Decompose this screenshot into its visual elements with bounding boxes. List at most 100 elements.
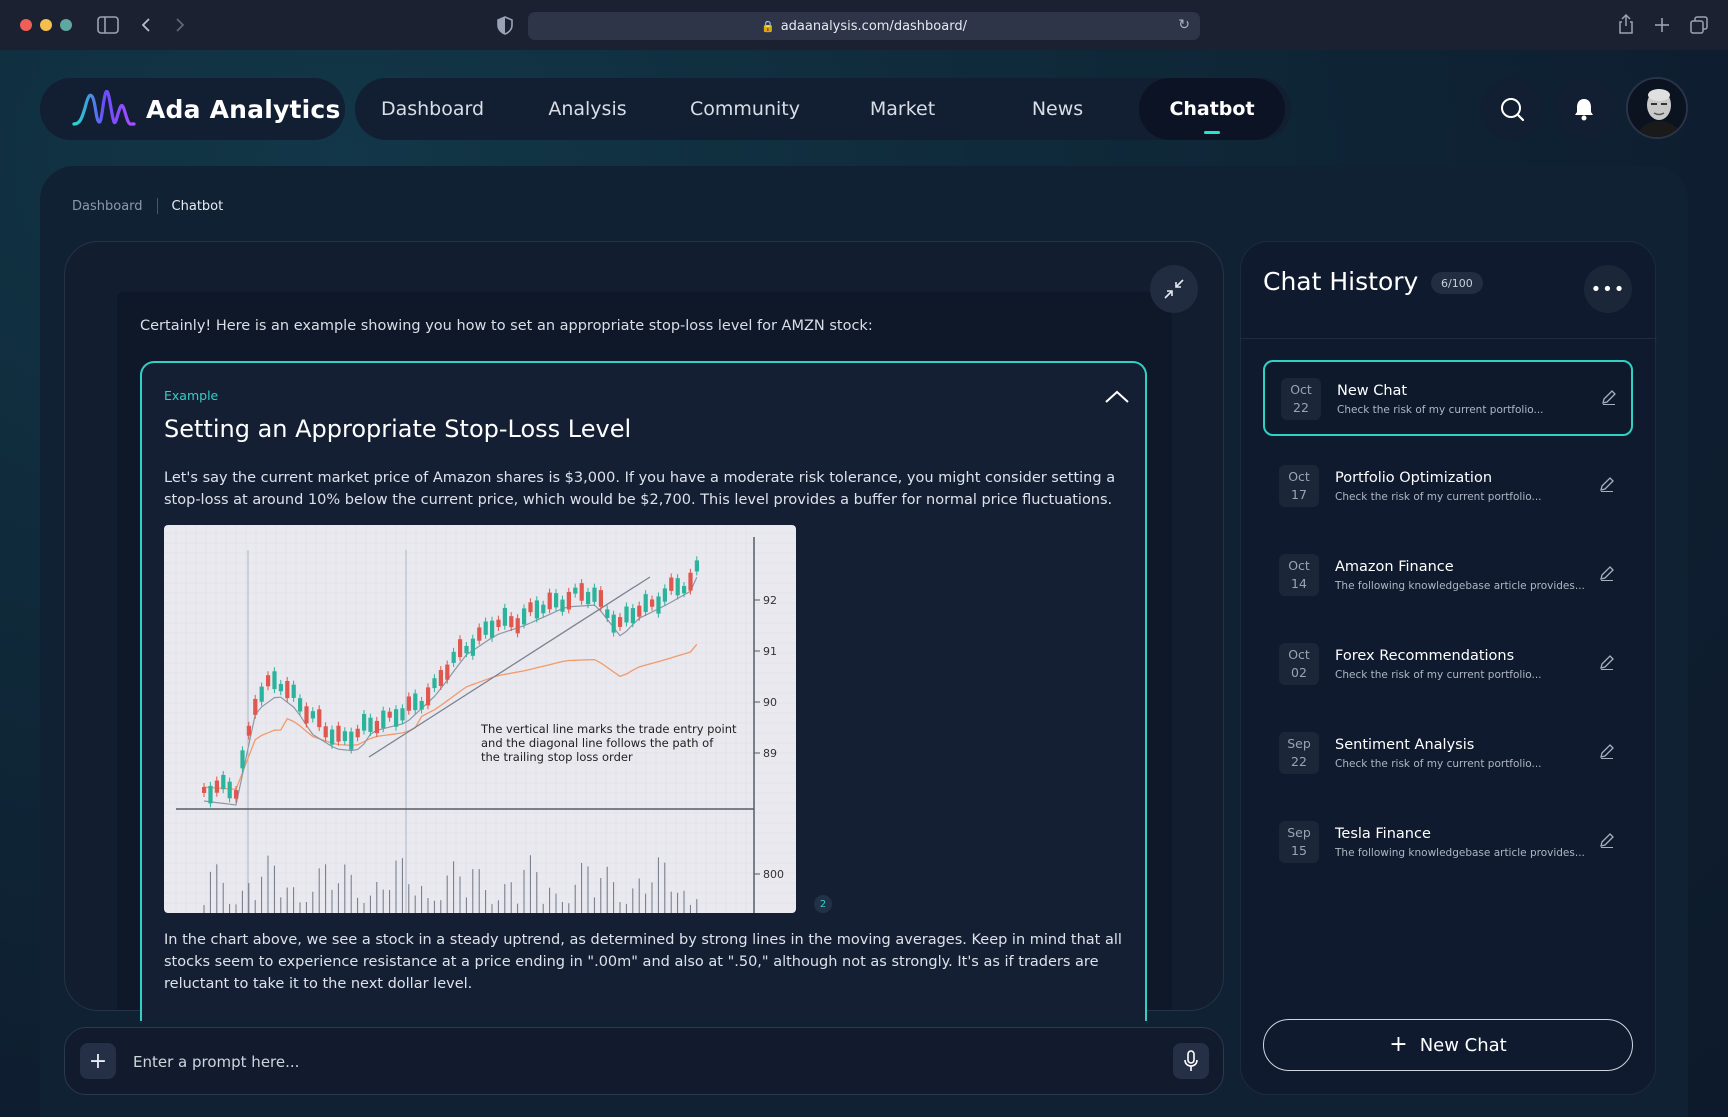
new-chat-button[interactable]: + New Chat bbox=[1263, 1019, 1633, 1071]
user-avatar[interactable] bbox=[1626, 77, 1688, 139]
candle-body bbox=[304, 706, 309, 724]
window-controls bbox=[20, 19, 72, 31]
citation-badge[interactable]: 2 bbox=[814, 895, 832, 913]
candlestick-chart-image[interactable]: 92 91 90 89 800 The vertical line marks … bbox=[164, 525, 796, 913]
nav-item-chatbot[interactable]: Chatbot bbox=[1139, 78, 1285, 140]
zoom-window-button[interactable] bbox=[60, 19, 72, 31]
candle-body bbox=[266, 675, 271, 687]
candle-body bbox=[675, 578, 680, 596]
attach-button[interactable]: + bbox=[80, 1043, 116, 1079]
chat-history-item[interactable]: Oct 22 New Chat Check the risk of my curren… bbox=[1263, 360, 1633, 436]
chart-annotation: The vertical line marks the trade entry … bbox=[480, 722, 737, 764]
chat-history-item[interactable]: Sep 15 Tesla Finance The following knowledg… bbox=[1263, 805, 1633, 881]
chevron-up-icon[interactable] bbox=[1102, 385, 1132, 409]
voice-input-button[interactable] bbox=[1173, 1043, 1209, 1079]
ellipsis-icon: ••• bbox=[1590, 278, 1626, 300]
notifications-button[interactable] bbox=[1553, 78, 1615, 140]
search-button[interactable] bbox=[1481, 78, 1543, 140]
tab-overview-icon[interactable] bbox=[1690, 16, 1708, 34]
candle-body bbox=[387, 711, 392, 718]
reload-icon[interactable]: ↻ bbox=[1178, 17, 1190, 33]
close-window-button[interactable] bbox=[20, 19, 32, 31]
nav-item-community[interactable]: Community bbox=[665, 78, 825, 140]
nav-item-market[interactable]: Market bbox=[825, 78, 980, 140]
candle-body bbox=[566, 591, 571, 610]
chat-day: 22 bbox=[1293, 400, 1309, 415]
candle-body bbox=[541, 604, 546, 614]
share-icon[interactable] bbox=[1618, 14, 1634, 34]
edit-pencil-icon[interactable] bbox=[1601, 389, 1617, 405]
browser-toolbar: 🔒 adaanalysis.com/dashboard/ ↻ bbox=[0, 0, 1728, 50]
candle-body bbox=[413, 693, 418, 711]
annotation-line-2: and the diagonal line follows the path o… bbox=[481, 736, 714, 750]
chat-history-item[interactable]: Oct 02 Forex Recommendations Check the risk… bbox=[1263, 627, 1633, 703]
candle-body bbox=[688, 572, 693, 591]
candle-body bbox=[406, 696, 411, 711]
chat-preview: The following knowledgebase article prov… bbox=[1335, 847, 1585, 859]
candle-body bbox=[451, 651, 456, 663]
new-tab-icon[interactable] bbox=[1654, 17, 1670, 33]
minimize-window-button[interactable] bbox=[40, 19, 52, 31]
chat-history-item[interactable]: Oct 14 Amazon Finance The following knowled… bbox=[1263, 538, 1633, 614]
chat-history-item[interactable]: Sep 22 Sentiment Analysis Check the risk of… bbox=[1263, 716, 1633, 792]
edit-pencil-icon[interactable] bbox=[1599, 565, 1615, 581]
candle-body bbox=[285, 680, 290, 699]
candle-body bbox=[464, 645, 469, 654]
candle-body bbox=[438, 670, 443, 686]
candle-body bbox=[611, 614, 616, 633]
candle-body bbox=[579, 583, 584, 601]
more-options-button[interactable]: ••• bbox=[1584, 265, 1632, 313]
chat-date: Oct 02 bbox=[1279, 643, 1319, 685]
candle-body bbox=[490, 620, 495, 638]
candle-body bbox=[342, 731, 347, 742]
chat-count-badge: 6/100 bbox=[1431, 272, 1483, 294]
sidebar-toggle-icon[interactable] bbox=[97, 16, 119, 34]
candle-body bbox=[362, 713, 367, 731]
collapse-button[interactable] bbox=[1150, 265, 1198, 313]
nav-item-analysis[interactable]: Analysis bbox=[510, 78, 665, 140]
chat-date: Sep 22 bbox=[1279, 732, 1319, 774]
chat-day: 02 bbox=[1291, 665, 1307, 680]
search-icon bbox=[1501, 98, 1525, 122]
candle-body bbox=[374, 720, 379, 734]
candle-body bbox=[502, 607, 507, 626]
nav-item-dashboard[interactable]: Dashboard bbox=[355, 78, 510, 140]
price-tick-92: 92 bbox=[763, 594, 777, 607]
edit-pencil-icon[interactable] bbox=[1599, 743, 1615, 759]
chat-date: Oct 14 bbox=[1279, 554, 1319, 596]
address-bar[interactable]: 🔒 adaanalysis.com/dashboard/ ↻ bbox=[528, 12, 1200, 40]
history-divider bbox=[1241, 338, 1657, 339]
breadcrumb-dashboard[interactable]: Dashboard bbox=[72, 199, 143, 214]
chat-title: Portfolio Optimization bbox=[1335, 470, 1493, 486]
candle-body bbox=[310, 711, 315, 719]
chat-preview: Check the risk of my current portfolio..… bbox=[1337, 404, 1544, 416]
moving-average-fast bbox=[203, 577, 698, 806]
candle-body bbox=[483, 621, 488, 635]
candle-body bbox=[426, 687, 431, 706]
candle-body bbox=[573, 587, 578, 594]
candle-body bbox=[419, 700, 424, 710]
edit-pencil-icon[interactable] bbox=[1599, 654, 1615, 670]
candle-body bbox=[394, 709, 399, 727]
breadcrumb-divider bbox=[156, 198, 158, 214]
edit-pencil-icon[interactable] bbox=[1599, 832, 1615, 848]
back-icon[interactable] bbox=[140, 17, 152, 33]
microphone-icon bbox=[1184, 1050, 1198, 1071]
brand-logo[interactable]: Ada Analytics bbox=[40, 78, 345, 140]
shield-icon[interactable] bbox=[497, 16, 513, 35]
prompt-input[interactable] bbox=[133, 1046, 1133, 1078]
edit-pencil-icon[interactable] bbox=[1599, 476, 1615, 492]
chat-title: Forex Recommendations bbox=[1335, 648, 1515, 664]
candle-body bbox=[432, 678, 437, 689]
chat-history-item[interactable]: Oct 17 Portfolio Optimization Check the ris… bbox=[1263, 449, 1633, 525]
candle-body bbox=[214, 780, 219, 793]
nav-item-news[interactable]: News bbox=[980, 78, 1135, 140]
candle-body bbox=[637, 605, 642, 617]
candle-body bbox=[509, 616, 514, 628]
candle-body bbox=[630, 608, 635, 624]
chat-month: Oct bbox=[1290, 382, 1312, 397]
candle-body bbox=[298, 698, 303, 712]
forward-icon[interactable] bbox=[174, 17, 186, 33]
chat-date: Oct 17 bbox=[1279, 465, 1319, 507]
chat-day: 17 bbox=[1291, 487, 1307, 502]
